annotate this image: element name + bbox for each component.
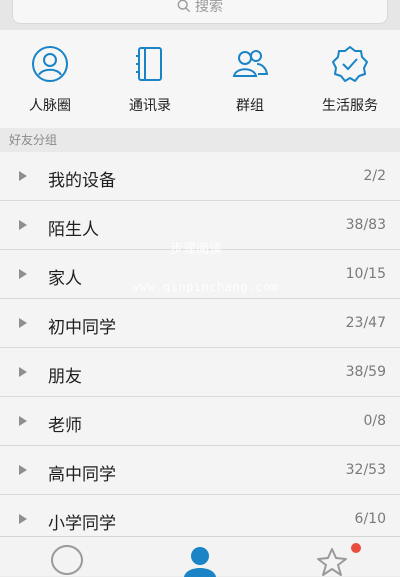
expand-arrow-icon (19, 465, 27, 475)
group-name: 小学同学 (48, 514, 116, 534)
group-icon (232, 50, 269, 77)
group-name: 我的设备 (48, 171, 116, 191)
group-row[interactable]: 初中同学 23/47 (0, 299, 400, 348)
group-count: 6/10 (354, 511, 386, 527)
shortcut-label: 通讯录 (129, 98, 171, 114)
group-row[interactable]: 高中同学 32/53 (0, 446, 400, 495)
group-list: 我的设备 2/2 陌生人 38/83 家人 10/15 初中同学 23/47 朋… (0, 152, 400, 536)
bottom-tab-bar (0, 536, 400, 577)
watermark-url: www.qinpinchang.com (132, 280, 279, 294)
badge-check-icon (332, 46, 368, 82)
group-count: 0/8 (363, 413, 386, 429)
expand-arrow-icon (19, 367, 27, 377)
group-count: 2/2 (363, 168, 386, 184)
shortcut-label: 生活服务 (322, 98, 378, 114)
group-count: 32/53 (345, 462, 386, 478)
shortcut-label: 人脉圈 (29, 98, 71, 114)
group-row[interactable]: 朋友 38/59 (0, 348, 400, 397)
star-icon[interactable] (312, 543, 352, 577)
group-count: 23/47 (345, 315, 386, 331)
contact-circle-icon (32, 46, 68, 82)
shortcut-address-book[interactable]: 通讯录 (100, 30, 200, 128)
search-label: 搜索 (195, 0, 223, 15)
shortcut-groups[interactable]: 群组 (200, 30, 300, 128)
shortcut-contact-circle[interactable]: 人脉圈 (0, 30, 100, 128)
group-name: 陌生人 (48, 220, 99, 240)
shortcut-grid: 人脉圈 通讯录 群组 生活服务 (0, 30, 400, 128)
group-row[interactable]: 老师 0/8 (0, 397, 400, 446)
expand-arrow-icon (19, 269, 27, 279)
group-count: 38/59 (345, 364, 386, 380)
group-count: 10/15 (345, 266, 386, 282)
group-name: 家人 (48, 269, 82, 289)
chat-bubble-icon[interactable] (47, 543, 87, 577)
group-name: 老师 (48, 416, 82, 436)
group-name: 高中同学 (48, 465, 116, 485)
friend-groups-header: 好友分组 (0, 128, 400, 152)
shortcut-life-services[interactable]: 生活服务 (300, 30, 400, 128)
group-name: 朋友 (48, 367, 82, 387)
expand-arrow-icon (19, 171, 27, 181)
search-bar[interactable]: 搜索 (12, 0, 388, 24)
group-row[interactable]: 我的设备 2/2 (0, 152, 400, 201)
expand-arrow-icon (19, 514, 27, 524)
expand-arrow-icon (19, 220, 27, 230)
expand-arrow-icon (19, 416, 27, 426)
group-row[interactable]: 小学同学 6/10 (0, 495, 400, 536)
search-icon (177, 0, 191, 13)
search-area: 搜索 (0, 0, 400, 30)
expand-arrow-icon (19, 318, 27, 328)
notification-dot (351, 543, 361, 553)
watermark-title: 步骤阅读 (170, 242, 223, 257)
group-count: 38/83 (345, 217, 386, 233)
group-name: 初中同学 (48, 318, 116, 338)
shortcut-label: 群组 (236, 98, 264, 114)
address-book-icon (136, 47, 162, 81)
contacts-person-icon[interactable] (180, 543, 220, 577)
